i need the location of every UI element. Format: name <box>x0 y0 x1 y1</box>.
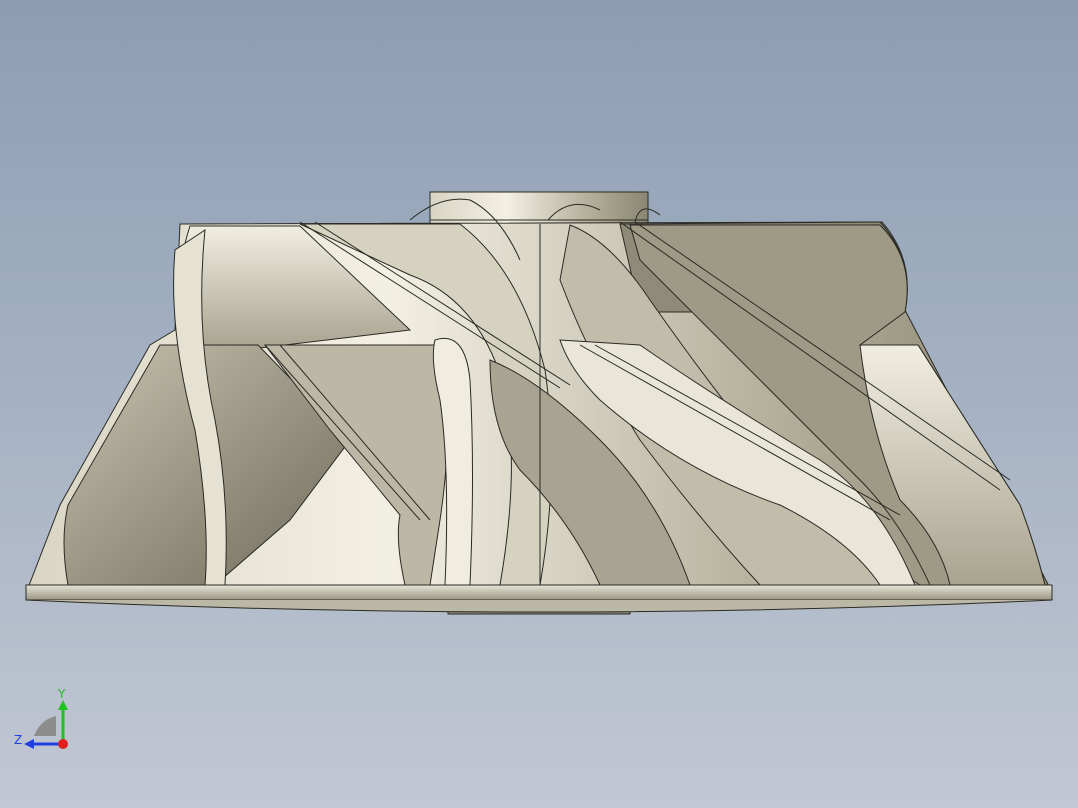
y-axis-label: Y <box>57 687 66 701</box>
orientation-triad[interactable]: Y Z <box>12 686 76 750</box>
triad-plane <box>34 716 56 736</box>
z-axis-label: Z <box>14 733 22 747</box>
y-axis-arrowhead <box>58 700 68 710</box>
hub-boss[interactable] <box>429 191 649 225</box>
x-axis-dot <box>58 739 68 749</box>
impeller-model[interactable] <box>0 0 1078 808</box>
z-axis-arrowhead <box>24 739 34 749</box>
base-plate[interactable] <box>25 584 1053 615</box>
graphics-viewport[interactable]: Y Z <box>0 0 1078 808</box>
